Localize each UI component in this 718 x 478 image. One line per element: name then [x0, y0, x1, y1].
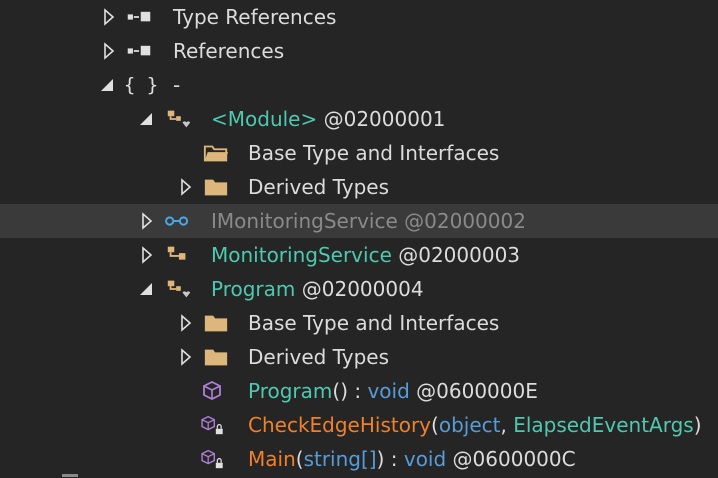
- expand-arrow-icon[interactable]: [138, 245, 156, 265]
- collapse-arrow-icon[interactable]: [98, 75, 116, 95]
- collapse-arrow-icon[interactable]: [137, 109, 155, 129]
- tree-node-imonitoringservice[interactable]: IMonitoringService @02000002: [0, 204, 718, 238]
- tree-node-derived-types[interactable]: Derived Types: [0, 340, 718, 374]
- collapse-arrow-icon[interactable]: [137, 279, 155, 299]
- metadata-token: @02000001: [323, 107, 446, 131]
- tree-node-program[interactable]: Program @02000004: [0, 272, 718, 306]
- folder-open-icon: [203, 141, 229, 165]
- return-type: void: [403, 447, 447, 471]
- expand-arrow-icon[interactable]: [100, 41, 118, 61]
- metadata-token: @02000004: [301, 277, 424, 301]
- tree-node-label: -: [173, 73, 181, 97]
- metadata-token: @0600000E: [409, 379, 538, 403]
- tree-node-module[interactable]: <Module> @02000001: [0, 102, 718, 136]
- type-name: Program: [211, 277, 296, 301]
- method-name: Main: [248, 447, 296, 471]
- type-name: <Module>: [211, 107, 318, 131]
- expand-arrow-icon[interactable]: [177, 313, 195, 333]
- references-icon: [126, 5, 152, 29]
- tree-node-label: Type References: [173, 5, 337, 29]
- expand-arrow-icon[interactable]: [177, 177, 195, 197]
- expand-arrow-icon[interactable]: [177, 347, 195, 367]
- tree-node-base-types[interactable]: Base Type and Interfaces: [0, 136, 718, 170]
- folder-icon: [203, 345, 229, 369]
- tree-node-label: Base Type and Interfaces: [248, 311, 500, 335]
- tree-node-method-checkedgehistory[interactable]: CheckEdgeHistory(object, ElapsedEventArg…: [0, 408, 718, 442]
- tree-node-label: Derived Types: [248, 175, 390, 199]
- assembly-tree-view[interactable]: Type References References { } - <Module…: [0, 0, 718, 478]
- tree-node-method-ctor[interactable]: Program() : void @0600000E: [0, 374, 718, 408]
- return-separator: :: [348, 379, 368, 403]
- return-type: void: [367, 379, 410, 403]
- param-type: string[]: [303, 447, 377, 471]
- folder-icon: [203, 175, 229, 199]
- method-cube-icon: [199, 413, 225, 437]
- method-cube-icon: [199, 379, 225, 403]
- type-name: MonitoringService: [211, 243, 392, 267]
- metadata-token: @02000002: [404, 209, 526, 233]
- paren-open: (: [431, 413, 439, 437]
- param-type: ElapsedEventArgs: [513, 413, 694, 437]
- metadata-token: @0600000C: [446, 447, 576, 471]
- interface-icon: [164, 209, 190, 233]
- tree-node-type-references[interactable]: Type References: [0, 0, 718, 34]
- class-icon: [165, 277, 191, 301]
- method-cube-icon: [199, 447, 225, 471]
- tree-node-method-main[interactable]: Main(string[]) : void @0600000C: [0, 442, 718, 476]
- class-icon: [165, 243, 191, 267]
- expand-arrow-icon[interactable]: [100, 7, 118, 27]
- expand-arrow-icon[interactable]: [138, 211, 156, 231]
- param-separator: ,: [500, 413, 514, 437]
- metadata-token: @02000003: [398, 243, 521, 267]
- paren-close: ): [693, 413, 702, 437]
- tree-node-label: Base Type and Interfaces: [248, 141, 500, 165]
- method-parens: (): [332, 379, 348, 403]
- next-row-hint: [0, 474, 80, 478]
- method-name: CheckEdgeHistory: [248, 413, 432, 437]
- paren-open: (: [295, 447, 304, 471]
- type-name: IMonitoringService: [211, 209, 398, 233]
- method-name: Program: [248, 379, 333, 403]
- tree-node-label: Derived Types: [248, 345, 390, 369]
- tree-node-namespace[interactable]: { } -: [0, 68, 718, 102]
- tree-node-references[interactable]: References: [0, 34, 718, 68]
- tree-node-monitoringservice[interactable]: MonitoringService @02000003: [0, 238, 718, 272]
- tree-node-derived-types[interactable]: Derived Types: [0, 170, 718, 204]
- return-separator: :: [384, 447, 404, 471]
- tree-node-base-types[interactable]: Base Type and Interfaces: [0, 306, 718, 340]
- param-type: object: [438, 413, 501, 437]
- class-icon: [165, 107, 191, 131]
- folder-icon: [203, 311, 229, 335]
- tree-node-label: References: [173, 39, 285, 63]
- references-icon: [126, 39, 152, 63]
- namespace-braces-icon: { }: [123, 74, 159, 96]
